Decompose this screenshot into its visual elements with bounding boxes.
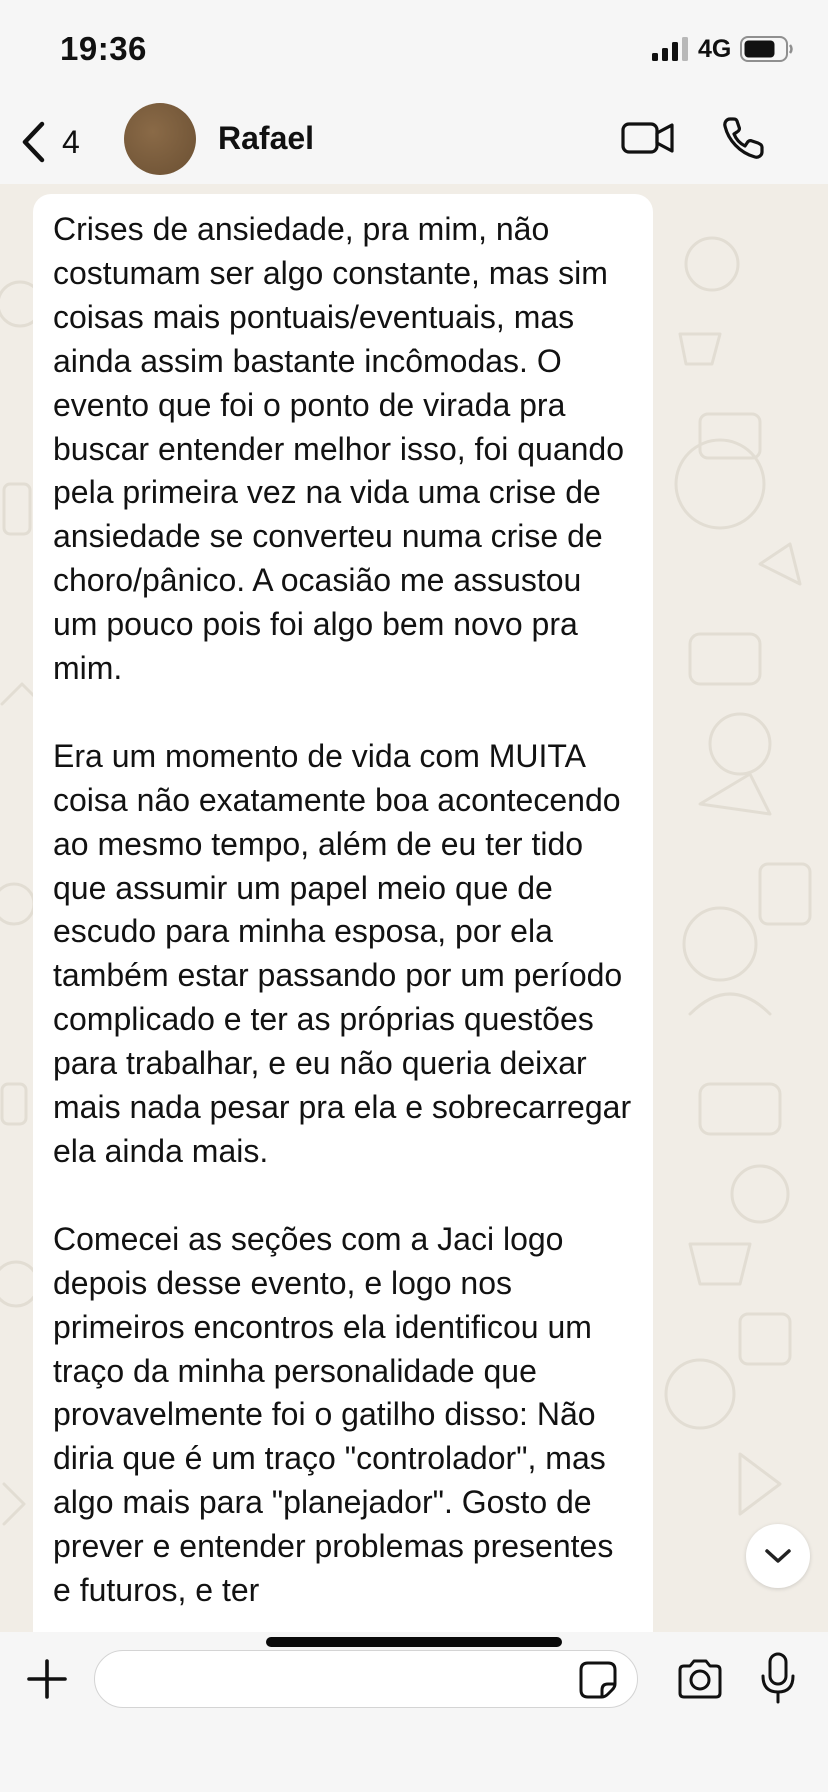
chevron-left-icon (22, 121, 45, 163)
video-camera-icon[interactable] (620, 116, 676, 160)
contact-avatar[interactable] (124, 103, 196, 175)
message-paragraph: Crises de ansiedade, pra mim, não costum… (53, 211, 625, 687)
chevron-down-icon (765, 1549, 791, 1563)
microphone-icon[interactable] (760, 1652, 796, 1704)
status-time: 19:36 (60, 30, 147, 67)
scroll-to-bottom-button[interactable] (746, 1524, 810, 1588)
phone-icon[interactable] (720, 114, 768, 162)
composer-bar (0, 1632, 828, 1792)
unread-count: 4 (62, 123, 80, 160)
message-paragraph: Era um momento de vida com MUITA coisa n… (53, 737, 632, 1170)
status-bar: 19:36 4G (0, 0, 828, 100)
back-button[interactable]: 4 (20, 120, 100, 164)
chat-header: 4 Rafael (0, 100, 828, 184)
signal-icon (652, 37, 688, 61)
message-bubble[interactable]: Crises de ansiedade, pra mim, não costum… (33, 194, 653, 1632)
battery-icon (740, 36, 793, 62)
message-input[interactable] (94, 1650, 638, 1708)
home-indicator (266, 1637, 562, 1647)
message-paragraph: Comecei as seções com a Jaci logo depois… (53, 1220, 614, 1609)
contact-name[interactable]: Rafael (218, 120, 314, 157)
sticker-icon[interactable] (578, 1660, 618, 1700)
camera-icon[interactable] (676, 1658, 724, 1700)
network-label: 4G (698, 35, 732, 63)
chat-area[interactable]: Crises de ansiedade, pra mim, não costum… (0, 184, 828, 1632)
plus-icon[interactable] (26, 1658, 68, 1700)
